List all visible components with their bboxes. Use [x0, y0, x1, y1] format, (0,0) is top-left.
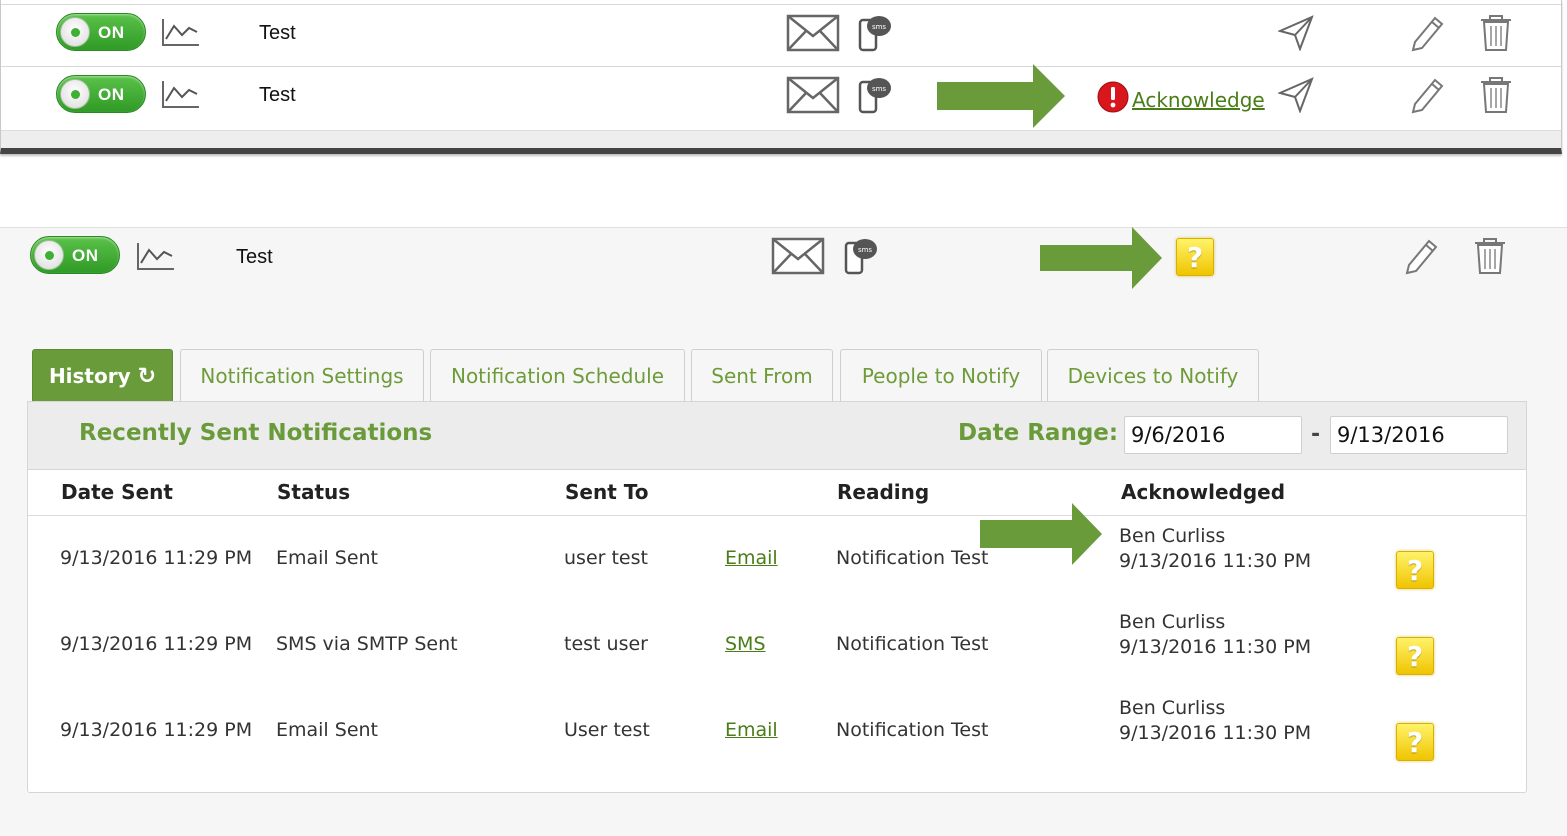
trash-icon[interactable] [1472, 236, 1508, 276]
acknowledge-link[interactable]: Acknowledge [1132, 88, 1265, 112]
tab-label: Devices to Notify [1067, 364, 1239, 388]
callout-arrow-icon [980, 503, 1104, 565]
tab-label: History [48, 364, 131, 388]
date-range-label: Date Range: [958, 420, 1119, 446]
cell-status: Email Sent [276, 719, 378, 741]
channel-link[interactable]: Email [725, 719, 778, 741]
chart-icon[interactable] [161, 17, 201, 47]
refresh-icon[interactable]: ↻ [138, 364, 156, 389]
enabled-toggle[interactable]: ON [56, 75, 146, 113]
edit-pencil-icon[interactable] [1409, 14, 1445, 52]
acknowledged-question-icon[interactable]: ? [1396, 551, 1434, 589]
svg-text:sms: sms [872, 85, 886, 93]
cell-sent-to: test user [564, 633, 648, 655]
tab-devices-to-notify[interactable]: Devices to Notify [1047, 349, 1259, 402]
toggle-knob [60, 17, 90, 47]
trash-icon[interactable] [1478, 13, 1514, 53]
sms-phone-icon[interactable]: sms [843, 237, 879, 275]
column-header-date-sent: Date Sent [61, 480, 173, 504]
tab-history[interactable]: History ↻ [32, 349, 173, 402]
edit-pencil-icon[interactable] [1403, 237, 1439, 275]
table-header-divider [28, 515, 1526, 516]
column-header-status: Status [277, 480, 351, 504]
cell-date-sent: 9/13/2016 11:29 PM [60, 547, 253, 569]
cell-reading: Notification Test [836, 719, 989, 741]
cell-date-sent: 9/13/2016 11:29 PM [60, 719, 253, 741]
callout-arrow-icon [937, 64, 1067, 128]
channel-link[interactable]: Email [725, 547, 778, 569]
date-to-input[interactable]: 9/13/2016 [1330, 416, 1508, 454]
tab-label: People to Notify [861, 364, 1021, 388]
alert-icon [1096, 80, 1130, 114]
cell-sent-to: user test [564, 547, 648, 569]
email-icon[interactable] [786, 14, 840, 52]
cell-ack-time: 9/13/2016 11:30 PM [1119, 636, 1312, 658]
tab-people-to-notify[interactable]: People to Notify [840, 349, 1042, 402]
cell-sent-to: User test [564, 719, 650, 741]
tab-notification-settings[interactable]: Notification Settings [180, 349, 424, 402]
edit-pencil-icon[interactable] [1409, 76, 1445, 114]
svg-text:sms: sms [872, 23, 886, 31]
email-icon[interactable] [771, 237, 825, 275]
trash-icon[interactable] [1478, 75, 1514, 115]
cell-reading: Notification Test [836, 547, 989, 569]
notification-name: Test [236, 246, 273, 268]
toggle-label: ON [72, 246, 99, 265]
row-divider [1, 66, 1561, 67]
acknowledged-question-icon[interactable]: ? [1176, 238, 1214, 276]
toggle-label: ON [98, 85, 125, 104]
acknowledged-question-icon[interactable]: ? [1396, 723, 1434, 761]
sms-phone-icon[interactable]: sms [857, 76, 893, 114]
tab-label: Notification Schedule [450, 364, 665, 388]
chart-icon[interactable] [136, 241, 176, 271]
cell-status: SMS via SMTP Sent [276, 633, 458, 655]
column-header-acknowledged: Acknowledged [1121, 480, 1286, 504]
panel-footer-strip [1, 130, 1561, 148]
cell-ack-by: Ben Curliss [1119, 525, 1226, 547]
toggle-label: ON [98, 23, 125, 42]
cell-ack-by: Ben Curliss [1119, 697, 1226, 719]
tab-sent-from[interactable]: Sent From [691, 349, 833, 402]
tab-notification-schedule[interactable]: Notification Schedule [430, 349, 685, 402]
date-from-input[interactable]: 9/6/2016 [1124, 416, 1302, 454]
tab-label: Notification Settings [200, 364, 404, 388]
notification-name: Test [259, 22, 296, 44]
acknowledged-question-icon[interactable]: ? [1396, 637, 1434, 675]
send-icon[interactable] [1278, 15, 1314, 51]
notification-name: Test [259, 84, 296, 106]
chart-icon[interactable] [161, 79, 201, 109]
sms-phone-icon[interactable]: sms [857, 14, 893, 52]
send-icon[interactable] [1278, 77, 1314, 113]
email-icon[interactable] [786, 76, 840, 114]
enabled-toggle[interactable]: ON [30, 236, 120, 274]
channel-link[interactable]: SMS [725, 633, 766, 655]
cell-reading: Notification Test [836, 633, 989, 655]
row-divider [1, 4, 1561, 5]
column-header-reading: Reading [837, 480, 930, 504]
cell-ack-time: 9/13/2016 11:30 PM [1119, 550, 1312, 572]
callout-arrow-icon [1040, 227, 1164, 289]
column-header-sent-to: Sent To [565, 480, 649, 504]
cell-date-sent: 9/13/2016 11:29 PM [60, 633, 253, 655]
cell-status: Email Sent [276, 547, 378, 569]
enabled-toggle[interactable]: ON [56, 13, 146, 51]
tab-label: Sent From [711, 364, 813, 388]
toggle-knob [34, 240, 64, 270]
cell-ack-time: 9/13/2016 11:30 PM [1119, 722, 1312, 744]
toggle-knob [60, 79, 90, 109]
section-title: Recently Sent Notifications [79, 420, 433, 446]
notification-list-panel [0, 0, 1562, 154]
svg-text:sms: sms [858, 246, 872, 254]
date-range-separator: - [1311, 422, 1321, 447]
cell-ack-by: Ben Curliss [1119, 611, 1226, 633]
